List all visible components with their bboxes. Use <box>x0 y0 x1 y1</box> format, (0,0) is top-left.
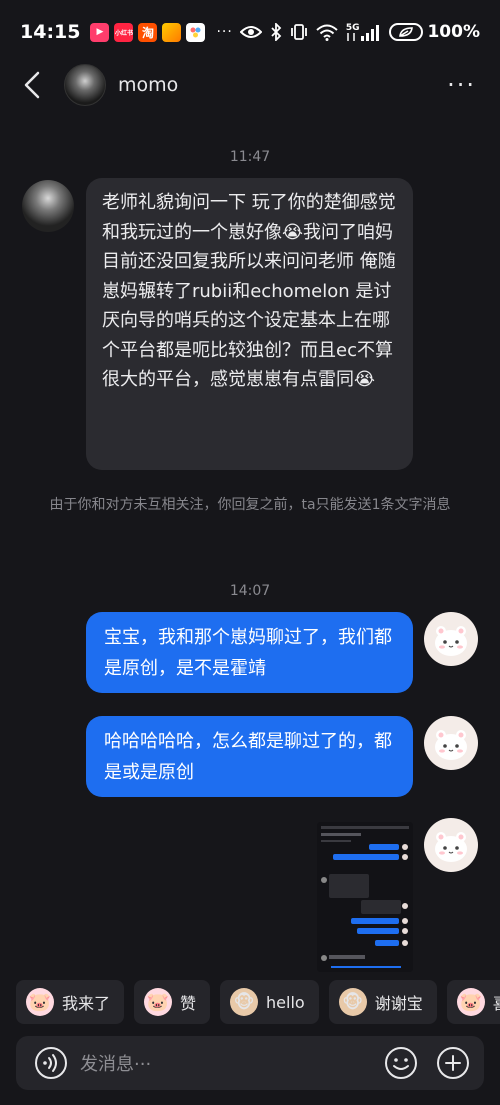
quick-reply-bar: 🐷 我来了 🐷 赞 🐵 hello 🐵 谢谢宝 🐷 喜 <box>16 980 500 1024</box>
quick-reply-chip[interactable]: 🐷 我来了 <box>16 980 125 1024</box>
back-button[interactable] <box>18 65 46 105</box>
plus-icon <box>437 1047 469 1079</box>
quick-reply-chip[interactable]: 🐷 喜 <box>446 980 500 1024</box>
voice-input-button[interactable] <box>34 1046 68 1080</box>
monkey-sticker-icon: 🐵 <box>338 988 367 1016</box>
outgoing-screenshot-image[interactable] <box>317 822 413 972</box>
incoming-message-bubble[interactable]: 老师礼貌询问一下 玩了你的楚御感觉和我玩过的一个崽好像😭我问了咱妈目前还没回复我… <box>86 178 413 470</box>
message-timestamp: 14:07 <box>229 583 271 599</box>
battery-percent: 100% <box>427 22 480 42</box>
xianyu-app-icon <box>162 22 182 42</box>
my-avatar[interactable] <box>424 716 478 770</box>
cellular-signal-icon: 5G <box>345 22 382 41</box>
contact-name[interactable]: momo <box>118 74 178 96</box>
video-app-icon: ▶ <box>90 22 110 42</box>
chat-header: momo ··· <box>0 64 500 106</box>
quick-reply-label: 赞 <box>180 994 197 1013</box>
add-attachment-button[interactable] <box>436 1046 470 1080</box>
my-avatar[interactable] <box>424 612 478 666</box>
monkey-sticker-icon: 🐵 <box>230 988 259 1016</box>
message-timestamp: 11:47 <box>229 149 271 165</box>
battery-leaf-icon <box>389 23 424 41</box>
quick-reply-label: 喜 <box>493 990 500 1014</box>
quick-reply-label: 我来了 <box>62 994 111 1013</box>
contact-avatar[interactable] <box>64 64 106 106</box>
chevron-left-icon <box>24 71 40 99</box>
pig-sticker-icon: 🐷 <box>456 988 485 1016</box>
battery-indicator: 100% <box>389 22 480 42</box>
notification-app-icons: ▶ 小红书 淘 ··· <box>90 22 233 42</box>
xiaohongshu-app-icon: 小红书 <box>114 22 134 42</box>
status-time: 14:15 <box>20 21 81 43</box>
message-input-bar: 发消息··· <box>16 1036 484 1090</box>
smiley-icon <box>385 1047 417 1079</box>
quick-reply-chip[interactable]: 🐵 hello <box>220 980 319 1024</box>
wifi-icon <box>316 24 338 41</box>
message-input-field[interactable]: 发消息··· <box>80 1050 384 1076</box>
cat-avatar-icon <box>435 626 467 656</box>
chat-screen: 14:15 ▶ 小红书 淘 ··· 5G 100% momo ··· 11:47… <box>0 0 500 1105</box>
status-bar: 14:15 ▶ 小红书 淘 ··· 5G 100% <box>0 0 500 64</box>
outgoing-message-bubble[interactable]: 哈哈哈哈哈，怎么都是聊过了的，都是或是原创 <box>86 716 413 797</box>
cat-avatar-icon <box>435 832 467 862</box>
voice-icon <box>35 1047 67 1079</box>
cat-avatar-icon <box>435 730 467 760</box>
system-status-icons: 5G 100% <box>239 22 480 42</box>
quick-reply-label: 谢谢宝 <box>374 994 423 1013</box>
follow-restriction-notice: 由于你和对方未互相关注，你回复之前，ta只能发送1条文字消息 <box>49 497 451 513</box>
quick-reply-chip[interactable]: 🐷 赞 <box>134 980 211 1024</box>
taobao-app-icon: 淘 <box>138 22 158 42</box>
my-avatar[interactable] <box>424 818 478 872</box>
sender-avatar[interactable] <box>22 180 74 232</box>
gallery-app-icon <box>186 22 206 42</box>
bluetooth-icon <box>270 23 282 41</box>
pig-sticker-icon: 🐷 <box>144 988 173 1016</box>
pig-sticker-icon: 🐷 <box>26 988 54 1016</box>
quick-reply-chip[interactable]: 🐵 谢谢宝 <box>328 980 437 1024</box>
more-notifications-indicator: ··· <box>216 24 233 40</box>
emoji-button[interactable] <box>384 1046 418 1080</box>
network-type-label: 5G <box>345 22 360 33</box>
eye-icon <box>239 25 262 39</box>
vibrate-icon <box>290 23 308 41</box>
outgoing-message-bubble[interactable]: 宝宝，我和那个崽妈聊过了，我们都是原创，是不是霍靖 <box>86 612 413 693</box>
screenshot-thumbnail <box>317 822 413 972</box>
quick-reply-label: hello <box>266 992 305 1012</box>
more-options-button[interactable]: ··· <box>447 71 482 99</box>
